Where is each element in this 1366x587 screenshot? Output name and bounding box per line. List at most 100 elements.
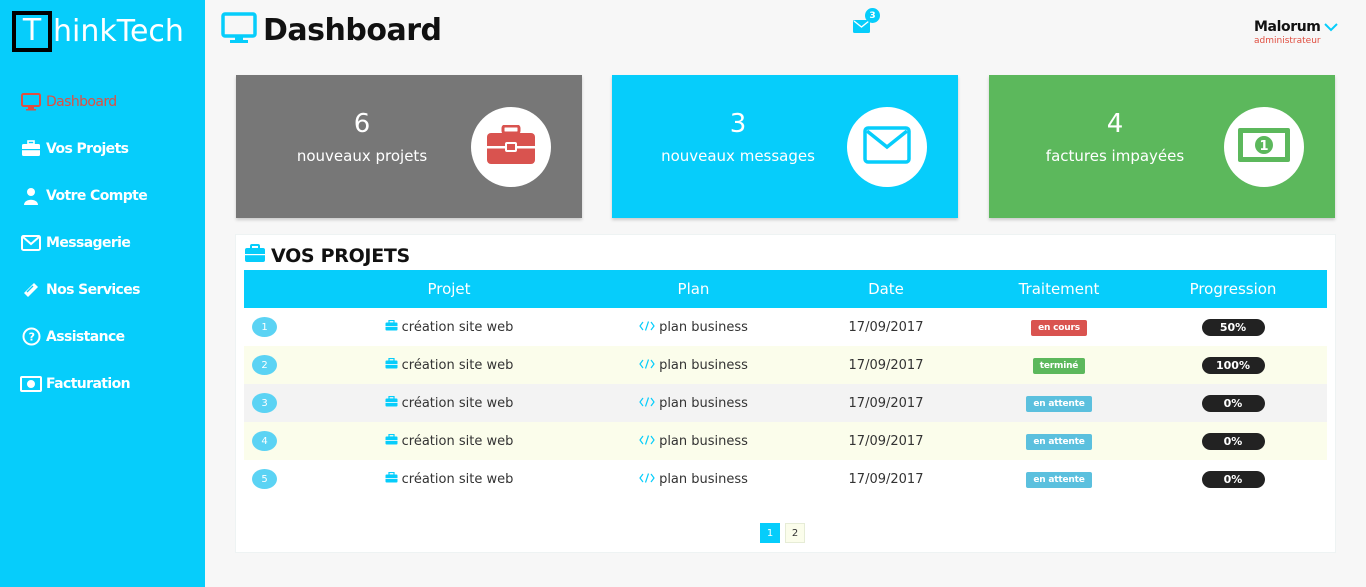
stat-card-messages[interactable]: 3 nouveaux messages	[612, 75, 958, 218]
messages-count-badge: 3	[865, 8, 880, 23]
page-title: Dashboard	[221, 12, 442, 48]
sidebar-item-label: Votre Compte	[46, 187, 148, 204]
table-row[interactable]: 2 création site web plan business 17/09/…	[244, 346, 1327, 384]
status-badge: terminé	[1032, 357, 1086, 374]
logo[interactable]: T hinkTech	[12, 10, 184, 52]
sidebar-nav: Dashboard Vos Projets Votre Compte Messa…	[0, 78, 205, 407]
table-row[interactable]: 1 création site web plan business 17/09/…	[244, 308, 1327, 346]
row-number: 4	[252, 431, 277, 451]
plan-name: plan business	[659, 319, 748, 335]
stat-icon-circle	[471, 107, 551, 187]
projects-table: Projet Plan Date Traitement Progression …	[244, 270, 1327, 498]
plan-name: plan business	[659, 433, 748, 449]
briefcase-icon	[385, 433, 398, 449]
column-header[interactable]: Traitement	[979, 280, 1139, 298]
stat-value: 4	[1106, 109, 1124, 139]
sidebar-item-label: Assistance	[46, 328, 125, 345]
row-number: 5	[252, 469, 277, 489]
project-date: 17/09/2017	[848, 357, 924, 373]
panel-title-text: VOS PROJETS	[271, 244, 410, 267]
status-badge: en attente	[1026, 471, 1092, 488]
sidebar-item-facturation[interactable]: Facturation	[0, 360, 205, 407]
user-menu[interactable]: Malorum administrateur	[1254, 19, 1354, 46]
sidebar-item-label: Vos Projets	[46, 140, 129, 157]
code-icon	[639, 396, 655, 411]
stat-card-invoices[interactable]: 4 factures impayées 1	[989, 75, 1335, 218]
page-button-1[interactable]: 1	[760, 523, 780, 543]
briefcase-icon	[385, 357, 398, 373]
projects-panel: VOS PROJETS Projet Plan Date Traitement …	[235, 234, 1336, 553]
stat-label: nouveaux messages	[661, 147, 815, 165]
project-date: 17/09/2017	[848, 433, 924, 449]
sidebar-item-messagerie[interactable]: Messagerie	[0, 219, 205, 266]
sidebar: T hinkTech Dashboard Vos Projets Votre C…	[0, 0, 205, 587]
logo-text: hinkTech	[53, 13, 184, 49]
project-name: création site web	[401, 471, 514, 487]
question-circle-icon: ?	[20, 327, 42, 347]
stat-icon-circle: 1	[1224, 107, 1304, 187]
column-header[interactable]: Date	[793, 280, 979, 298]
column-header[interactable]: Projet	[304, 280, 594, 298]
code-icon	[639, 320, 655, 335]
sidebar-item-vos-projets[interactable]: Vos Projets	[0, 125, 205, 172]
table-header: Projet Plan Date Traitement Progression	[244, 270, 1327, 308]
progress-badge: 100%	[1201, 356, 1265, 374]
project-name: création site web	[401, 433, 514, 449]
envelope-icon	[863, 126, 911, 168]
table-row[interactable]: 3 création site web plan business 17/09/…	[244, 384, 1327, 422]
sidebar-item-label: Dashboard	[46, 93, 117, 110]
sidebar-item-nos-services[interactable]: Nos Services	[0, 266, 205, 313]
column-header[interactable]: Progression	[1139, 280, 1327, 298]
project-name: création site web	[401, 395, 514, 411]
money-bill-icon: 1	[1237, 127, 1291, 167]
stat-value: 3	[729, 109, 747, 139]
code-icon	[639, 358, 655, 373]
progress-badge: 50%	[1201, 318, 1265, 336]
pagination: 1 2	[760, 523, 805, 543]
status-badge: en attente	[1026, 395, 1092, 412]
user-role: administrateur	[1254, 36, 1321, 46]
table-row[interactable]: 5 création site web plan business 17/09/…	[244, 460, 1327, 498]
svg-text:1: 1	[1259, 139, 1268, 154]
sidebar-item-dashboard[interactable]: Dashboard	[0, 78, 205, 125]
chevron-down-icon	[1324, 22, 1339, 32]
sidebar-item-votre-compte[interactable]: Votre Compte	[0, 172, 205, 219]
user-icon	[20, 186, 42, 206]
sidebar-item-assistance[interactable]: ? Assistance	[0, 313, 205, 360]
column-header[interactable]: Plan	[594, 280, 793, 298]
stat-card-projects[interactable]: 6 nouveaux projets	[236, 75, 582, 218]
envelope-icon	[20, 233, 42, 253]
briefcase-icon	[244, 244, 266, 267]
briefcase-icon	[486, 124, 536, 169]
status-badge: en cours	[1031, 319, 1087, 336]
project-date: 17/09/2017	[848, 471, 924, 487]
panel-title: VOS PROJETS	[244, 244, 410, 267]
project-date: 17/09/2017	[848, 395, 924, 411]
money-bill-icon	[20, 374, 42, 394]
page-button-2[interactable]: 2	[785, 523, 805, 543]
sidebar-item-label: Nos Services	[46, 281, 140, 298]
briefcase-icon	[385, 395, 398, 411]
project-date: 17/09/2017	[848, 319, 924, 335]
progress-badge: 0%	[1201, 470, 1265, 488]
code-icon	[639, 434, 655, 449]
code-icon	[639, 472, 655, 487]
ticket-icon	[20, 280, 42, 300]
stat-label: nouveaux projets	[296, 147, 428, 165]
plan-name: plan business	[659, 395, 748, 411]
progress-badge: 0%	[1201, 394, 1265, 412]
table-row[interactable]: 4 création site web plan business 17/09/…	[244, 422, 1327, 460]
logo-letter: T	[12, 10, 52, 52]
briefcase-icon	[385, 319, 398, 335]
page-title-text: Dashboard	[263, 12, 442, 48]
project-name: création site web	[401, 357, 514, 373]
row-number: 2	[252, 355, 277, 375]
plan-name: plan business	[659, 471, 748, 487]
messages-notification[interactable]: 3	[853, 8, 883, 34]
row-number: 1	[252, 317, 277, 337]
monitor-icon	[20, 92, 42, 112]
briefcase-icon	[385, 471, 398, 487]
svg-text:?: ?	[28, 331, 34, 344]
project-name: création site web	[401, 319, 514, 335]
plan-name: plan business	[659, 357, 748, 373]
